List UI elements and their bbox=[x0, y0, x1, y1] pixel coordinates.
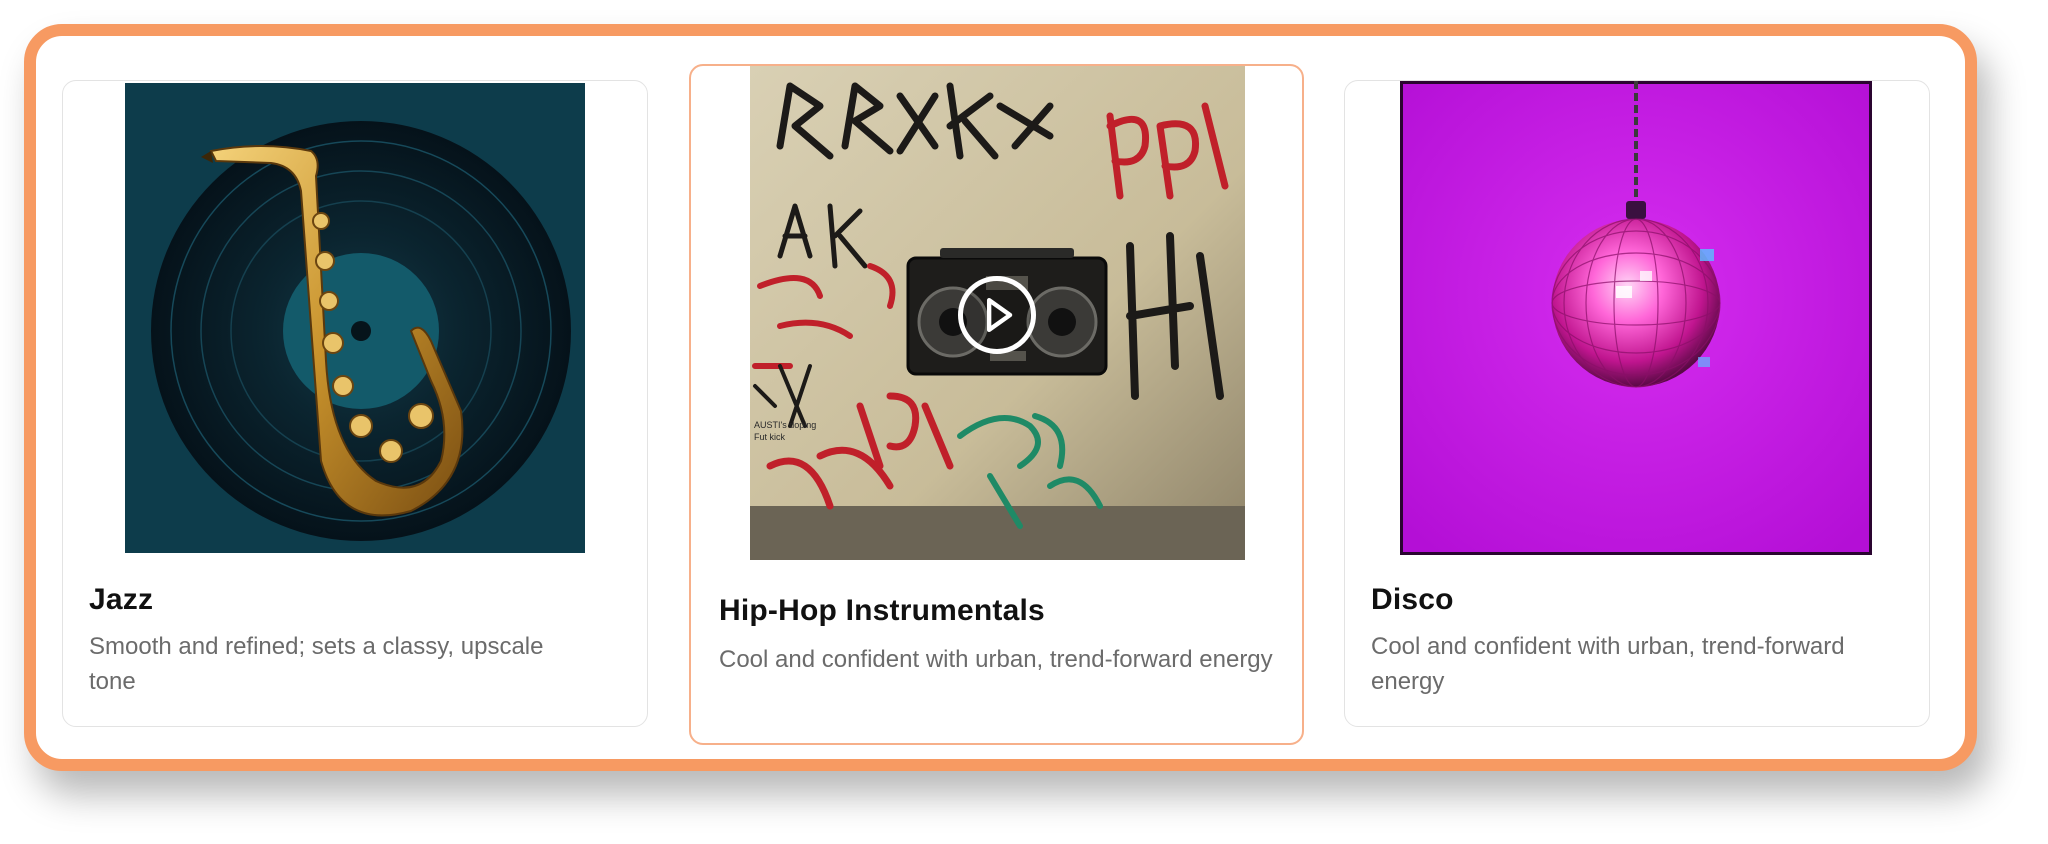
card-description: Smooth and refined; sets a classy, upsca… bbox=[89, 633, 544, 695]
svg-text:Fut kick: Fut kick bbox=[754, 432, 786, 442]
svg-text:AUSTI's doping: AUSTI's doping bbox=[754, 420, 816, 430]
disco-cover-image bbox=[1400, 81, 1872, 555]
genre-picker-panel: Jazz Smooth and refined; sets a classy, … bbox=[24, 24, 1977, 771]
genre-card-hip-hop[interactable]: AUSTI's doping Fut kick Hip-Hop Instrume… bbox=[689, 64, 1304, 745]
card-description: Cool and confident with urban, trend-for… bbox=[719, 646, 1273, 673]
card-title: Hip-Hop Instrumentals bbox=[719, 594, 1045, 627]
play-circle-icon[interactable] bbox=[958, 276, 1036, 354]
jazz-cover-image bbox=[121, 81, 587, 555]
genre-card-disco[interactable]: Disco Cool and confident with urban, tre… bbox=[1344, 80, 1930, 727]
genre-card-jazz[interactable]: Jazz Smooth and refined; sets a classy, … bbox=[62, 80, 648, 727]
hip-hop-cover-image: AUSTI's doping Fut kick bbox=[750, 66, 1245, 560]
card-title: Jazz bbox=[89, 583, 154, 616]
card-description: Cool and confident with urban, trend-for… bbox=[1371, 633, 1845, 695]
card-title: Disco bbox=[1371, 583, 1454, 616]
